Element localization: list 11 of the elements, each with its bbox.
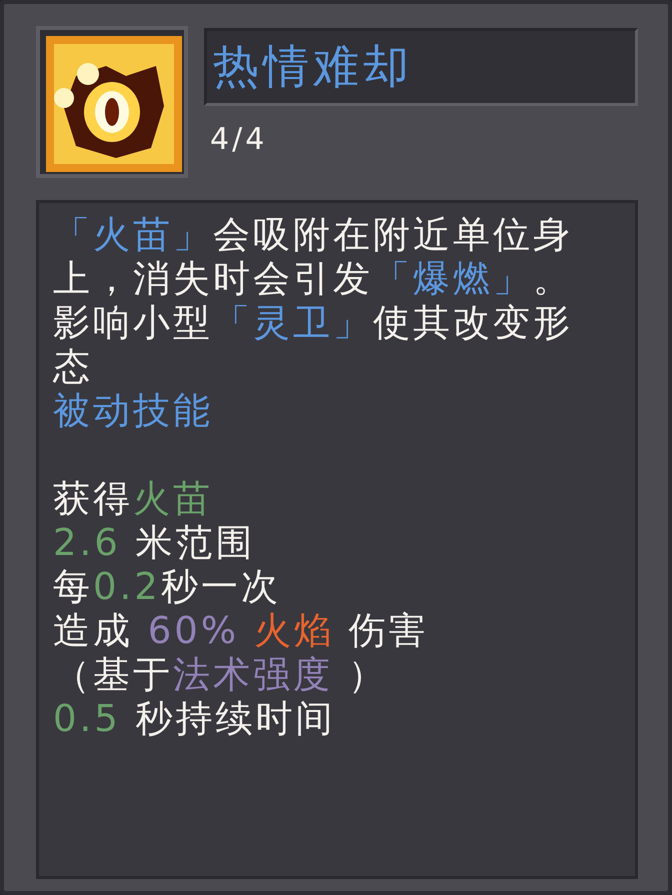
- skill-description: 「火苗」会吸附在附近单位身上，消失时会引发「爆燃」。影响小型「灵卫」使其改变形态: [53, 213, 574, 389]
- stat-line: 0.5 秒持续时间: [53, 697, 337, 741]
- stat-line: 造成 60% 火焰 伤害: [53, 609, 430, 653]
- skill-type: 被动技能: [53, 389, 214, 433]
- stat-line: 获得火苗: [53, 477, 214, 521]
- skill-title: 热情难却: [204, 28, 638, 106]
- stat-line: （基于法术强度 ）: [53, 653, 389, 697]
- skill-rank: 4/4: [209, 122, 268, 157]
- flame-eye-icon: [46, 36, 182, 172]
- stat-line: 2.6 米范围: [53, 521, 257, 565]
- stat-line: 每0.2秒一次: [53, 565, 282, 609]
